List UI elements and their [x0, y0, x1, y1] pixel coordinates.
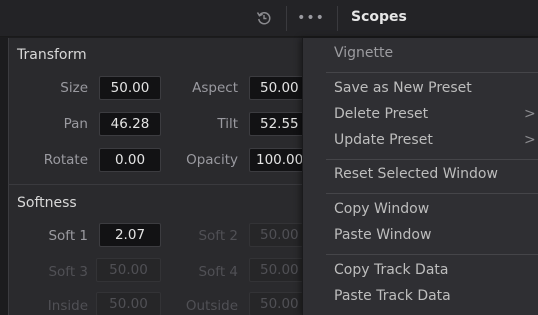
soft3-label: Soft 3	[48, 264, 88, 280]
history-reset-icon[interactable]	[253, 7, 275, 29]
menu-item-delete-preset[interactable]: Delete Preset	[334, 106, 428, 122]
tab-scopes[interactable]: Scopes	[351, 9, 407, 25]
soft2-label: Soft 2	[198, 228, 238, 244]
chevron-right-icon: >	[524, 106, 536, 122]
inside-field[interactable]: 50.00	[96, 292, 161, 315]
toolbar-divider	[337, 6, 338, 31]
aspect-field[interactable]: 50.00	[249, 76, 308, 100]
soft1-field[interactable]: 2.07	[99, 223, 161, 247]
rotate-field[interactable]: 0.00	[99, 148, 161, 172]
menu-item-paste-track-data[interactable]: Paste Track Data	[334, 288, 451, 304]
menu-item-vignette[interactable]: Vignette	[334, 45, 393, 61]
transform-section-title: Transform	[17, 47, 87, 63]
soft2-field[interactable]: 50.00	[249, 223, 308, 247]
opacity-field[interactable]: 100.00	[249, 148, 308, 172]
menu-item-update-preset[interactable]: Update Preset	[334, 132, 433, 148]
more-options-icon[interactable]: •••	[297, 7, 324, 29]
section-divider	[8, 184, 308, 185]
soft4-label: Soft 4	[198, 264, 238, 280]
rotate-label: Rotate	[43, 152, 88, 168]
tilt-field[interactable]: 52.55	[249, 112, 308, 136]
menu-item-save-new-preset[interactable]: Save as New Preset	[334, 80, 472, 96]
toolbar-divider	[286, 6, 287, 31]
menu-item-copy-window[interactable]: Copy Window	[334, 201, 429, 217]
soft3-field[interactable]: 50.00	[96, 258, 161, 282]
menu-separator	[326, 159, 538, 160]
menu-item-copy-track-data[interactable]: Copy Track Data	[334, 262, 448, 278]
menu-separator	[326, 72, 538, 73]
menu-separator	[326, 254, 538, 255]
tilt-label: Tilt	[217, 116, 238, 132]
menu-item-reset-selected-window[interactable]: Reset Selected Window	[334, 166, 498, 182]
top-toolbar: ••• Scopes	[0, 0, 538, 37]
size-label: Size	[60, 80, 88, 96]
history-reset-glyph	[256, 12, 271, 25]
softness-section-title: Softness	[17, 195, 77, 211]
chevron-right-icon: >	[524, 132, 536, 148]
soft4-field[interactable]: 50.00	[249, 258, 308, 282]
outside-label: Outside	[185, 298, 238, 314]
pan-field[interactable]: 46.28	[99, 112, 161, 136]
aspect-label: Aspect	[192, 80, 238, 96]
opacity-label: Opacity	[186, 152, 238, 168]
menu-item-paste-window[interactable]: Paste Window	[334, 227, 431, 243]
pan-label: Pan	[63, 116, 88, 132]
size-field[interactable]: 50.00	[99, 76, 161, 100]
outside-field[interactable]: 50.00	[249, 292, 308, 315]
menu-separator	[326, 193, 538, 194]
soft1-label: Soft 1	[48, 228, 88, 244]
inside-label: Inside	[47, 298, 88, 314]
